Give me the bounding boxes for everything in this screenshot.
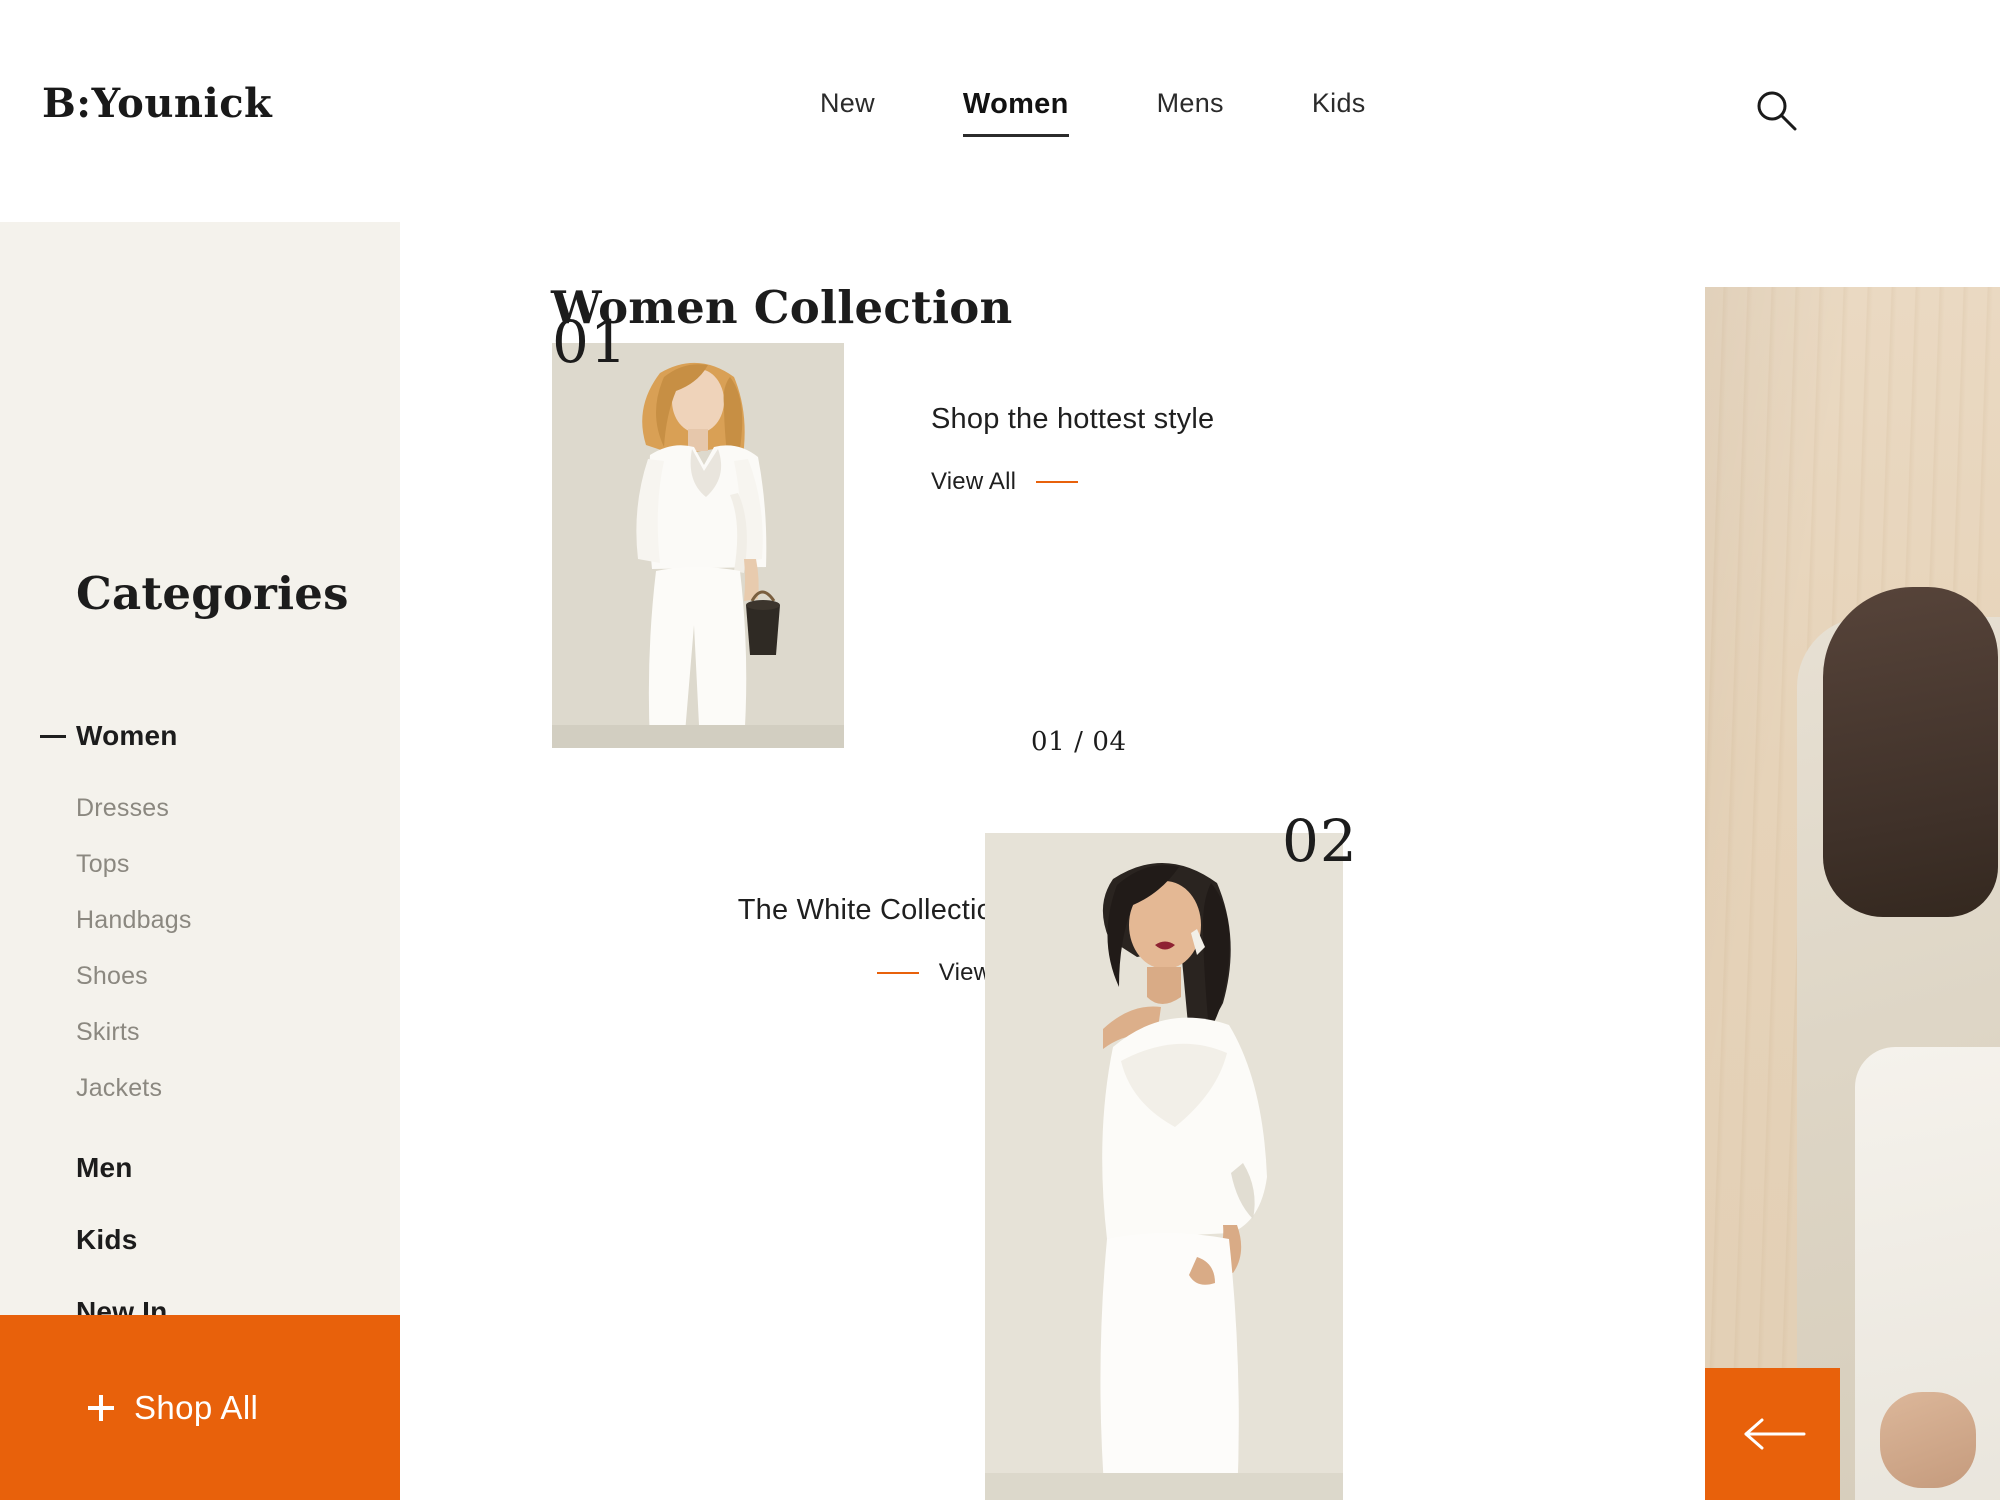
- shop-all-button[interactable]: Shop All: [0, 1315, 400, 1500]
- sidebar-item-shoes[interactable]: Shoes: [0, 948, 400, 1004]
- shop-all-content: Shop All: [0, 1389, 258, 1427]
- sidebar-item-men[interactable]: Men: [0, 1140, 400, 1196]
- card-02-text-block: The White Collections View All: [616, 894, 1024, 987]
- sidebar-item-label: Kids: [76, 1224, 138, 1255]
- page-root: B:Younick New Women Mens Kids Categories…: [0, 0, 2000, 1500]
- category-sidebar: Categories Women Dresses Tops Handbags S…: [0, 222, 400, 1500]
- shop-all-label: Shop All: [134, 1388, 259, 1426]
- nav-item-women[interactable]: Women: [962, 88, 1069, 137]
- arrow-left-icon: [1744, 1418, 1805, 1450]
- minus-icon: [40, 735, 66, 738]
- hero-model-hand: [1880, 1392, 1976, 1488]
- nav-item-new[interactable]: New: [820, 88, 875, 135]
- plus-icon: [88, 1394, 114, 1421]
- card-heading: Shop the hottest style: [931, 403, 1215, 435]
- sidebar-item-label: Shoes: [76, 961, 148, 990]
- sidebar-item-skirts[interactable]: Skirts: [0, 1004, 400, 1060]
- sidebar-item-handbags[interactable]: Handbags: [0, 892, 400, 948]
- sidebar-item-jackets[interactable]: Jackets: [0, 1060, 400, 1116]
- sidebar-item-tops[interactable]: Tops: [0, 836, 400, 892]
- view-all-link-01[interactable]: View All: [931, 468, 1214, 496]
- main-navigation: New Women Mens Kids: [820, 88, 1366, 137]
- sidebar-item-label: Handbags: [76, 905, 192, 934]
- hero-banner[interactable]: [1705, 287, 2000, 1500]
- nav-item-kids[interactable]: Kids: [1312, 88, 1366, 135]
- view-all-link-02[interactable]: View All: [616, 959, 1024, 987]
- sidebar-heading: Categories: [76, 567, 349, 620]
- card-01-text-block: Shop the hottest style View All: [931, 403, 1214, 496]
- product-image-01[interactable]: [552, 343, 844, 748]
- sidebar-item-women[interactable]: Women: [0, 708, 400, 764]
- sidebar-item-dresses[interactable]: Dresses: [0, 780, 400, 836]
- hero-model-hair: [1823, 587, 1998, 917]
- dash-icon: [1036, 481, 1079, 483]
- nav-item-mens[interactable]: Mens: [1157, 88, 1224, 135]
- sidebar-item-label: Dresses: [76, 793, 170, 822]
- sidebar-item-kids[interactable]: Kids: [0, 1212, 400, 1268]
- sidebar-item-label: Jackets: [76, 1073, 163, 1102]
- card-heading: The White Collections: [737, 894, 1024, 926]
- sidebar-item-label: Skirts: [76, 1017, 140, 1046]
- card-number-01: 01: [552, 308, 628, 376]
- sidebar-item-label: Men: [76, 1152, 133, 1183]
- sidebar-item-label: Tops: [76, 849, 130, 878]
- carousel-prev-button[interactable]: [1705, 1368, 1840, 1500]
- dash-icon: [876, 972, 919, 974]
- carousel-pager: 01 / 04: [1031, 727, 1127, 757]
- product-image-02[interactable]: [985, 833, 1343, 1500]
- category-list: Women Dresses Tops Handbags Shoes Skirts…: [0, 708, 400, 1412]
- brand-logo[interactable]: B:Younick: [42, 80, 272, 127]
- card-number-02: 02: [1282, 807, 1358, 875]
- search-icon[interactable]: [1752, 86, 1800, 134]
- site-header: B:Younick New Women Mens Kids: [0, 0, 2000, 222]
- sidebar-item-label: Women: [76, 720, 178, 751]
- view-all-label: View All: [931, 468, 1017, 495]
